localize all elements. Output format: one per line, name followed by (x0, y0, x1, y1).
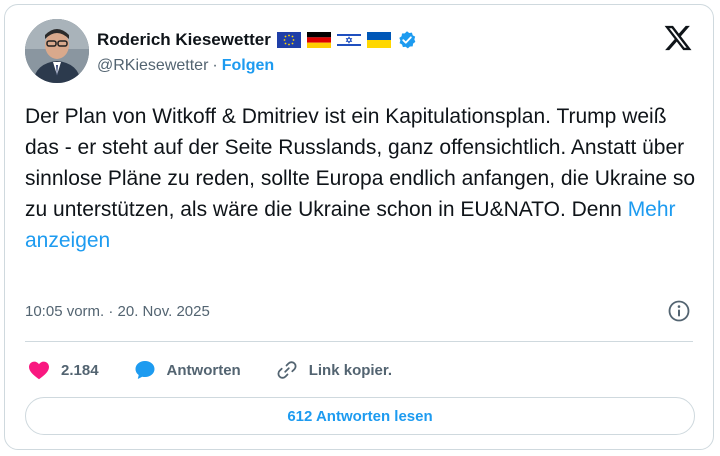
heart-icon (29, 361, 49, 380)
tweet-timestamp[interactable]: 10:05 vorm. · 20. Nov. 2025 (25, 303, 210, 320)
link-icon (277, 361, 297, 379)
eu-flag-icon (276, 32, 301, 48)
follow-link[interactable]: Folgen (222, 57, 274, 75)
ukraine-flag-icon (366, 32, 391, 48)
like-button[interactable]: 2.184 (27, 358, 99, 382)
author-handle-row: @RKiesewetter · Folgen (97, 57, 274, 75)
read-replies-button[interactable]: 612 Antworten lesen (25, 397, 695, 435)
author-name-row: Roderich Kiesewetter (97, 27, 417, 53)
author-name[interactable]: Roderich Kiesewetter (97, 30, 271, 50)
info-icon[interactable] (667, 299, 691, 323)
handle-separator: · (212, 57, 218, 74)
reply-label: Antworten (166, 361, 241, 379)
israel-flag-icon (336, 32, 361, 48)
reply-button[interactable]: Antworten (133, 358, 241, 382)
reply-bubble-icon (135, 361, 155, 379)
tweet-embed-card: Roderich Kiesewetter @RKiesewetter · Fol… (4, 4, 714, 450)
verified-badge-icon (399, 31, 416, 49)
author-handle[interactable]: @RKiesewetter (97, 57, 208, 75)
action-bar: 2.184 Antworten Link kopier. (27, 355, 426, 385)
germany-flag-icon (306, 32, 331, 48)
divider (25, 341, 693, 342)
copy-link-label: Link kopier. (308, 361, 393, 379)
tweet-text: Der Plan von Witkoff & Dmitriev ist ein … (25, 101, 697, 256)
read-replies-label: 612 Antworten lesen (287, 407, 433, 425)
like-count: 2.184 (61, 361, 99, 379)
tweet-body: Der Plan von Witkoff & Dmitriev ist ein … (25, 105, 696, 221)
copy-link-button[interactable]: Link kopier. (275, 358, 392, 382)
x-logo-icon[interactable] (663, 23, 693, 53)
avatar[interactable] (25, 19, 89, 83)
